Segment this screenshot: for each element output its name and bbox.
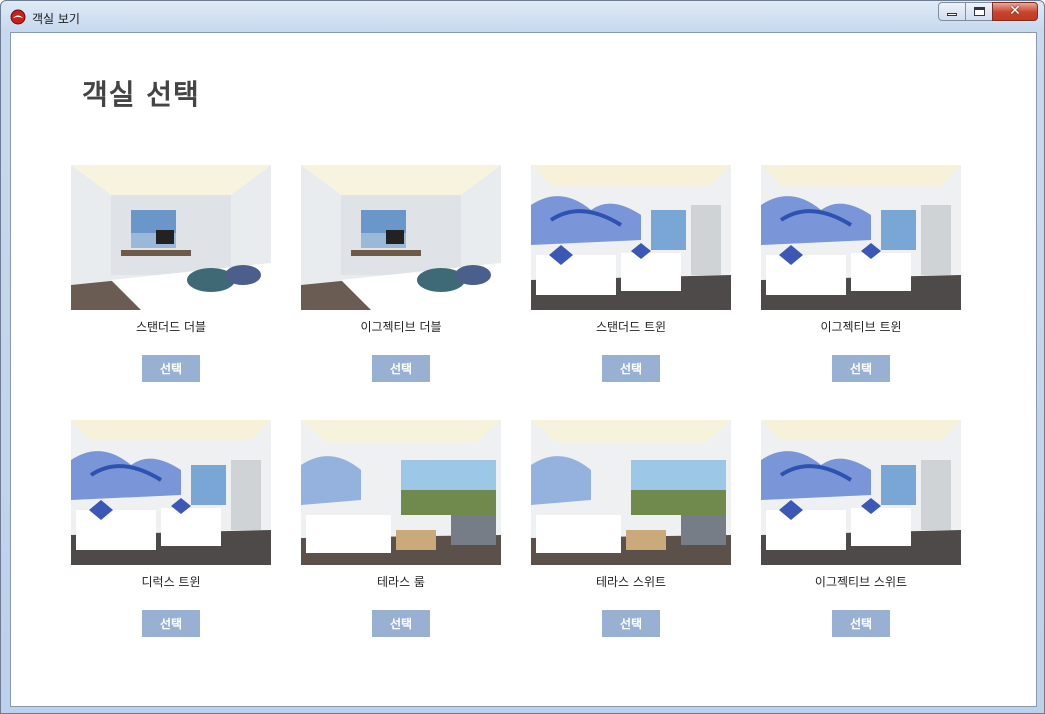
room-card: 스탠더드 트윈 선택 [531, 165, 731, 382]
room-name: 스탠더드 트윈 [595, 320, 667, 334]
select-button[interactable]: 선택 [832, 610, 890, 637]
room-card: 이그젝티브 더블 선택 [301, 165, 501, 382]
room-name: 스탠더드 더블 [135, 320, 207, 334]
room-name: 이그젝티브 스위트 [814, 575, 908, 589]
room-card: 이그젝티브 트윈 선택 [761, 165, 961, 382]
room-name: 디럭스 트윈 [141, 575, 201, 589]
app-logo-icon [10, 9, 26, 25]
room-photo [531, 420, 731, 565]
room-name: 이그젝티브 트윈 [820, 320, 902, 334]
room-card: 스탠더드 더블 선택 [71, 165, 271, 382]
room-photo [71, 420, 271, 565]
maximize-button[interactable] [965, 2, 992, 21]
room-card: 이그젝티브 스위트 선택 [761, 420, 961, 637]
room-name: 테라스 스위트 [595, 575, 667, 589]
room-photo [71, 165, 271, 310]
select-button[interactable]: 선택 [602, 355, 660, 382]
room-photo [761, 420, 961, 565]
minimize-button[interactable] [938, 2, 965, 21]
room-photo [531, 165, 731, 310]
close-button[interactable]: ✕ [992, 2, 1038, 21]
select-button[interactable]: 선택 [832, 355, 890, 382]
app-window: 객실 보기 ✕ 객실 선택 스탠더드 더블 선택 이그젝티브 더블 선택 스탠더… [0, 0, 1045, 714]
room-name: 테라스 룸 [377, 575, 425, 589]
room-name: 이그젝티브 더블 [360, 320, 442, 334]
page-title: 객실 선택 [82, 78, 200, 111]
select-button[interactable]: 선택 [142, 610, 200, 637]
select-button[interactable]: 선택 [602, 610, 660, 637]
room-card: 테라스 스위트 선택 [531, 420, 731, 637]
minimize-icon [947, 13, 957, 16]
room-photo [761, 165, 961, 310]
select-button[interactable]: 선택 [372, 610, 430, 637]
client-area: 객실 선택 스탠더드 더블 선택 이그젝티브 더블 선택 스탠더드 트윈 선택 … [10, 32, 1037, 707]
room-card: 테라스 룸 선택 [301, 420, 501, 637]
room-photo [301, 420, 501, 565]
maximize-icon [974, 7, 985, 16]
select-button[interactable]: 선택 [372, 355, 430, 382]
select-button[interactable]: 선택 [142, 355, 200, 382]
room-photo [301, 165, 501, 310]
close-icon: ✕ [1009, 3, 1021, 19]
window-title: 객실 보기 [32, 12, 80, 26]
caption-buttons: ✕ [938, 2, 1038, 23]
title-bar[interactable]: 객실 보기 ✕ [1, 1, 1044, 31]
room-card: 디럭스 트윈 선택 [71, 420, 271, 637]
